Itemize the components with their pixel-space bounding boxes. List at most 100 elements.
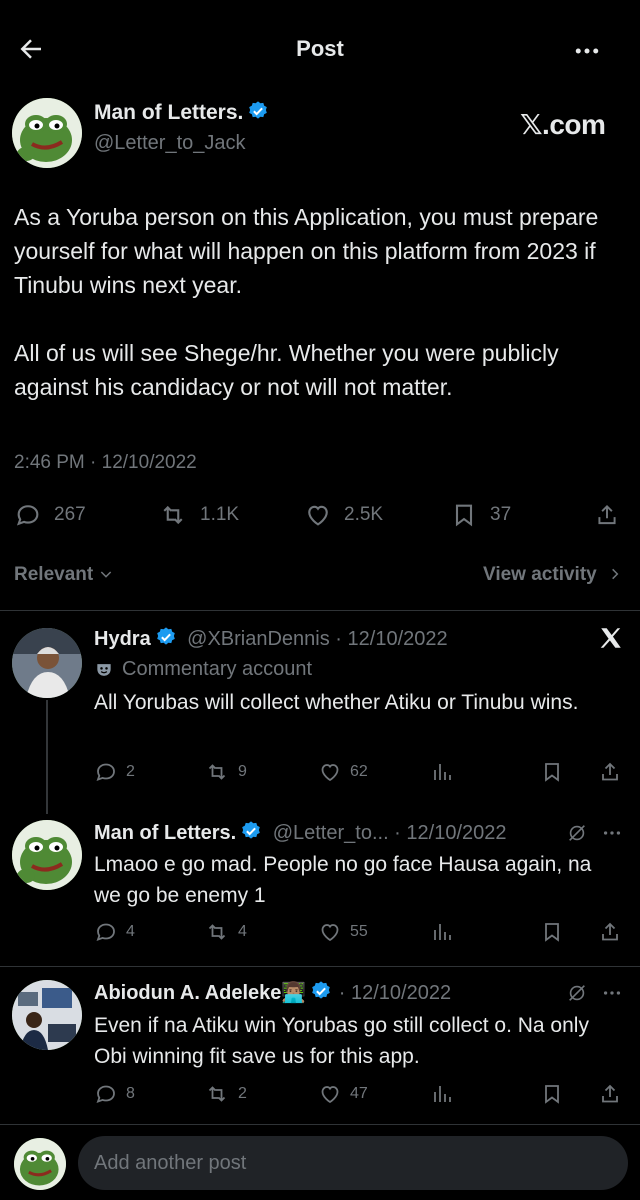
post-timestamp[interactable]: 2:46 PM · 12/10/2022 xyxy=(14,452,197,474)
more-horizontal-icon xyxy=(603,831,621,835)
verified-badge-icon xyxy=(155,626,177,648)
divider xyxy=(0,966,640,967)
frog-avatar-icon xyxy=(12,98,82,168)
composer-avatar xyxy=(14,1138,66,1190)
bookmark-button[interactable] xyxy=(540,920,572,944)
reply-text: Even if na Atiku win Yorubas go still co… xyxy=(94,1014,589,1068)
like-count: 62 xyxy=(350,763,368,780)
frog-avatar-icon xyxy=(12,820,82,890)
views-button[interactable] xyxy=(430,760,462,784)
verified-badge-icon xyxy=(247,100,269,122)
reply-icon xyxy=(96,923,115,941)
share-button[interactable] xyxy=(598,760,630,784)
sort-relevant-dropdown[interactable]: Relevant xyxy=(14,564,114,586)
commentary-label-text: Commentary account xyxy=(122,658,313,680)
chevron-down-icon xyxy=(101,571,112,578)
more-horizontal-icon xyxy=(575,48,599,54)
reply-avatar[interactable] xyxy=(12,628,82,698)
bookmark-count: 37 xyxy=(490,504,512,525)
more-horizontal-icon xyxy=(603,991,621,995)
share-icon xyxy=(598,504,616,525)
reply-author-name[interactable]: Hydra xyxy=(94,628,151,650)
more-options-button[interactable] xyxy=(600,822,624,844)
reply-button[interactable]: 8 xyxy=(94,1082,135,1106)
author-avatar[interactable] xyxy=(12,98,82,168)
analytics-icon xyxy=(434,764,451,780)
author-handle[interactable]: @Letter_to_Jack xyxy=(94,132,246,155)
share-button[interactable] xyxy=(598,1082,630,1106)
verified-badge-icon xyxy=(240,820,262,842)
view-activity-link[interactable]: View activity xyxy=(483,564,622,586)
sort-label: Relevant xyxy=(14,564,94,585)
divider xyxy=(0,610,640,611)
reply-icon xyxy=(96,1085,115,1103)
reply-icon xyxy=(96,763,115,781)
reply-avatar[interactable] xyxy=(12,980,82,1050)
reply-header: Abiodun A. Adeleke👨🏽‍💻 · 12/10/2022 xyxy=(94,980,451,1005)
like-button[interactable]: 62 xyxy=(318,760,368,784)
like-button[interactable]: 55 xyxy=(318,920,368,944)
reply-header: Hydra @XBrianDennis · 12/10/2022 xyxy=(94,626,448,651)
reply-count: 8 xyxy=(126,1085,135,1102)
share-icon xyxy=(602,1084,618,1103)
repost-count: 9 xyxy=(238,763,247,780)
verified-badge-icon xyxy=(310,980,332,1002)
like-button[interactable]: 2.5K xyxy=(304,500,383,530)
reply-author-name[interactable]: Man of Letters. xyxy=(94,822,236,844)
chevron-right-icon xyxy=(612,568,619,580)
share-icon xyxy=(602,762,618,781)
heart-icon xyxy=(321,924,339,942)
grok-icon[interactable] xyxy=(566,982,588,1004)
add-post-input[interactable] xyxy=(78,1136,628,1190)
reply-handle-date[interactable]: @XBrianDennis · 12/10/2022 xyxy=(187,628,447,650)
reply-count: 2 xyxy=(126,763,135,780)
author-name-text: Man of Letters. xyxy=(94,101,244,124)
bookmark-icon xyxy=(545,1085,559,1104)
grok-icon[interactable] xyxy=(566,822,588,844)
like-button[interactable]: 47 xyxy=(318,1082,368,1106)
bookmark-button[interactable]: 37 xyxy=(450,500,511,530)
bookmark-button[interactable] xyxy=(540,1082,572,1106)
bookmark-icon xyxy=(455,504,473,527)
repost-button[interactable]: 9 xyxy=(204,760,247,784)
repost-icon xyxy=(208,764,226,780)
reply-handle-date[interactable]: · 12/10/2022 xyxy=(339,982,451,1004)
share-button[interactable] xyxy=(598,920,630,944)
bookmark-button[interactable] xyxy=(540,760,572,784)
commentary-label: Commentary account xyxy=(94,658,312,681)
more-options-button[interactable] xyxy=(572,36,616,66)
views-button[interactable] xyxy=(430,1082,462,1106)
reply-button[interactable]: 2 xyxy=(94,760,135,784)
reply-count: 267 xyxy=(54,504,86,525)
author-name[interactable]: Man of Letters. xyxy=(94,100,269,125)
reply-avatar[interactable] xyxy=(12,820,82,890)
person-avatar-icon xyxy=(12,980,82,1050)
repost-icon xyxy=(208,1086,226,1102)
post-text: As a Yoruba person on this Application, … xyxy=(14,204,599,400)
analytics-icon xyxy=(434,924,451,940)
share-button[interactable] xyxy=(594,500,632,530)
frog-avatar-icon xyxy=(14,1138,66,1190)
repost-icon xyxy=(208,924,226,940)
repost-button[interactable]: 1.1K xyxy=(158,500,239,530)
reply-button[interactable]: 4 xyxy=(94,920,135,944)
repost-button[interactable]: 2 xyxy=(204,1082,247,1106)
page-title: Post xyxy=(296,36,344,61)
views-button[interactable] xyxy=(430,920,462,944)
reply-button[interactable]: 267 xyxy=(14,500,86,530)
reply-count: 4 xyxy=(126,923,135,940)
thread-connector-line xyxy=(46,700,48,814)
like-count: 55 xyxy=(350,923,368,940)
more-options-button[interactable] xyxy=(600,982,624,1004)
reply-author-name[interactable]: Abiodun A. Adeleke👨🏽‍💻 xyxy=(94,982,306,1004)
repost-count: 1.1K xyxy=(200,504,240,525)
repost-button[interactable]: 4 xyxy=(204,920,247,944)
reply-text: Lmaoo e go mad. People no go face Hausa … xyxy=(94,853,592,907)
x-logo-icon xyxy=(598,624,624,652)
repost-count: 2 xyxy=(238,1085,247,1102)
share-icon xyxy=(602,922,618,941)
heart-icon xyxy=(321,1086,339,1104)
reply-handle-date[interactable]: @Letter_to... · 12/10/2022 xyxy=(273,822,507,844)
bookmark-icon xyxy=(545,923,559,942)
divider xyxy=(0,1124,640,1125)
